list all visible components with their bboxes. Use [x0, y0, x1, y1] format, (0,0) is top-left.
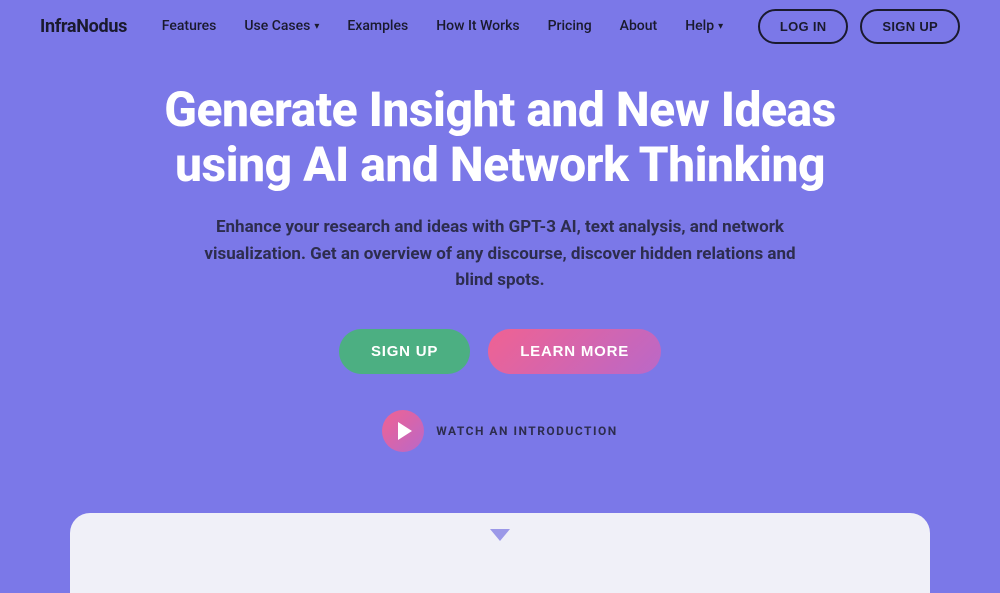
hero-subtitle: Enhance your research and ideas with GPT… — [190, 214, 810, 293]
nav-item-how-it-works[interactable]: How It Works — [436, 18, 519, 34]
bottom-card — [70, 513, 930, 593]
hero-title: Generate Insight and New Ideas using AI … — [150, 82, 850, 192]
learn-more-button[interactable]: LEARN MORE — [488, 329, 661, 374]
brand-logo[interactable]: InfraNodus — [40, 16, 127, 37]
login-button[interactable]: LOG IN — [758, 9, 849, 44]
nav-link-examples[interactable]: Examples — [347, 18, 408, 34]
play-button[interactable] — [382, 410, 424, 452]
nav-item-examples[interactable]: Examples — [347, 18, 408, 34]
nav-item-about[interactable]: About — [620, 18, 658, 34]
nav-item-pricing[interactable]: Pricing — [548, 18, 592, 34]
hero-buttons: SIGN UP LEARN MORE — [339, 329, 661, 374]
nav-actions: LOG IN SIGN UP — [758, 9, 960, 44]
chevron-down-icon: ▾ — [718, 21, 723, 32]
nav-link-how-it-works[interactable]: How It Works — [436, 18, 519, 34]
nav-link-pricing[interactable]: Pricing — [548, 18, 592, 34]
watch-intro[interactable]: WATCH AN INTRODUCTION — [382, 410, 617, 452]
hero-section: Generate Insight and New Ideas using AI … — [0, 52, 1000, 482]
nav-item-use-cases[interactable]: Use Cases ▾ — [244, 18, 319, 34]
nav-link-use-cases[interactable]: Use Cases ▾ — [244, 18, 319, 34]
nav-link-help[interactable]: Help ▾ — [685, 18, 723, 34]
nav-item-help[interactable]: Help ▾ — [685, 18, 723, 34]
signup-hero-button[interactable]: SIGN UP — [339, 329, 470, 374]
down-arrow-icon — [490, 529, 510, 541]
signup-nav-button[interactable]: SIGN UP — [860, 9, 960, 44]
watch-intro-label: WATCH AN INTRODUCTION — [436, 424, 617, 438]
nav-link-features[interactable]: Features — [162, 18, 217, 34]
chevron-down-icon: ▾ — [314, 21, 319, 32]
nav-item-features[interactable]: Features — [162, 18, 217, 34]
nav-link-about[interactable]: About — [620, 18, 658, 34]
nav-links: Features Use Cases ▾ Examples How It Wor… — [162, 18, 723, 34]
navbar: InfraNodus Features Use Cases ▾ Examples… — [0, 0, 1000, 52]
